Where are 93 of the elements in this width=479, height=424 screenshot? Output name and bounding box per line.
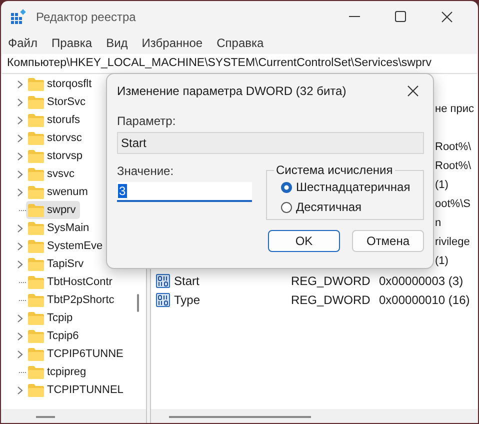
tree-item[interactable]: SystemEve xyxy=(26,237,107,255)
chevron-icon[interactable] xyxy=(17,188,23,196)
radio-button[interactable] xyxy=(281,182,292,192)
minimize-icon[interactable] xyxy=(349,16,361,18)
name-field: Start xyxy=(117,132,424,154)
tree-item[interactable]: TCPIP6TUNNE xyxy=(26,345,128,363)
tree-item[interactable]: tcpipreg xyxy=(26,363,90,381)
chevron-icon[interactable] xyxy=(17,224,23,232)
scrollbar-thumb[interactable] xyxy=(36,416,55,418)
tree-item[interactable]: swprv xyxy=(26,201,80,219)
tree-item[interactable]: storvsc xyxy=(26,129,86,147)
menu-item[interactable]: Вид xyxy=(106,36,128,50)
chevron-icon[interactable] xyxy=(17,332,23,340)
field-label: Значение: xyxy=(117,164,175,178)
field-label: Параметр: xyxy=(117,114,177,128)
chevron-icon[interactable] xyxy=(17,260,23,268)
folder-icon xyxy=(28,240,44,252)
maximize-icon[interactable] xyxy=(395,11,407,23)
binary-value-icon xyxy=(156,274,170,288)
tree-item[interactable]: TbtP2pShortc xyxy=(26,291,118,309)
binary-value-icon xyxy=(156,292,170,306)
value-text: (1) xyxy=(435,254,448,269)
folder-icon xyxy=(28,204,44,216)
tree-item[interactable]: TapiSrv xyxy=(26,255,88,273)
close-icon[interactable] xyxy=(407,85,419,97)
value-name: Start xyxy=(174,274,200,288)
menu-item[interactable]: Справка xyxy=(216,36,264,50)
tree-item[interactable]: storufs xyxy=(26,111,84,129)
tree-item[interactable]: svsvc xyxy=(26,165,78,183)
folder-icon xyxy=(28,312,44,324)
tree-item[interactable]: swenum xyxy=(26,183,92,201)
folder-icon xyxy=(28,348,44,360)
tree-item[interactable]: storvsp xyxy=(26,147,86,165)
tree-item[interactable]: TCPIPTUNNEL xyxy=(26,381,128,399)
address-bar[interactable]: Компьютер\HKEY_LOCAL_MACHINE\SYSTEM\CurrentControlSet\Services\swprv xyxy=(2,54,477,74)
close-icon[interactable] xyxy=(441,11,453,23)
value-text: не прис xyxy=(435,102,474,117)
radio-button[interactable] xyxy=(281,202,292,212)
folder-icon xyxy=(28,186,44,198)
scrollbar-thumb[interactable] xyxy=(169,416,311,418)
cancel-button[interactable]: Отмена xyxy=(352,230,424,252)
folder-icon xyxy=(28,114,44,126)
chevron-icon[interactable] xyxy=(17,314,23,322)
value-type: REG_DWORD xyxy=(291,274,372,288)
window-title: Редактор реестра xyxy=(36,10,136,24)
value-field[interactable]: 3 xyxy=(117,182,252,202)
value-text: Root%\ xyxy=(435,140,472,155)
value-text: (1) xyxy=(435,178,448,193)
chevron-icon[interactable] xyxy=(17,170,23,178)
chevron-icon[interactable] xyxy=(17,116,23,124)
chevron-icon[interactable] xyxy=(17,98,23,106)
folder-icon xyxy=(28,78,44,90)
chevron-icon[interactable] xyxy=(17,152,23,160)
folder-icon xyxy=(28,384,44,396)
tree-item[interactable]: Tcpip6 xyxy=(26,327,83,345)
scrollbar-thumb[interactable] xyxy=(137,294,139,312)
chevron-icon[interactable] xyxy=(17,386,23,394)
tree-item[interactable]: SysMain xyxy=(26,219,94,237)
value-name: Type xyxy=(174,292,202,306)
folder-icon xyxy=(28,132,44,144)
tree-item[interactable]: storqosflt xyxy=(26,75,96,93)
chevron-icon[interactable] xyxy=(17,242,23,250)
folder-icon xyxy=(28,294,44,306)
folder-icon xyxy=(28,366,44,378)
menu-item[interactable]: Правка xyxy=(52,36,92,50)
tree-item[interactable]: StorSvc xyxy=(26,93,90,111)
ok-button[interactable]: OK xyxy=(268,230,340,252)
value-text: n xyxy=(435,216,442,231)
dialog-title: Изменение параметра DWORD (32 бита) xyxy=(117,84,346,98)
folder-icon xyxy=(28,96,44,108)
chevron-icon[interactable] xyxy=(17,80,23,88)
folder-icon xyxy=(28,276,44,288)
app-icon xyxy=(10,9,26,25)
folder-icon xyxy=(28,222,44,234)
chevron-icon[interactable] xyxy=(17,134,23,142)
menu-item[interactable]: Избранное xyxy=(142,36,203,50)
group-title: Система исчисления xyxy=(274,163,395,177)
value-data: 0x00000010 (16) xyxy=(379,292,470,306)
value-text: Root%\ xyxy=(435,159,472,174)
menu-item[interactable]: Файл xyxy=(8,36,38,50)
value-type: REG_DWORD xyxy=(291,292,372,306)
folder-icon xyxy=(28,150,44,162)
folder-icon xyxy=(28,330,44,342)
chevron-icon[interactable] xyxy=(17,350,23,358)
tree-item[interactable]: TbtHostContr xyxy=(26,273,116,291)
folder-icon xyxy=(28,168,44,180)
radio-label[interactable]: Десятичная xyxy=(296,200,362,214)
radio-label[interactable]: Шестнадцатеричная xyxy=(296,180,410,194)
value-data: 0x00000003 (3) xyxy=(379,274,464,288)
tree-item[interactable]: Tcpip xyxy=(26,309,77,327)
folder-icon xyxy=(28,258,44,270)
value-text: rivilege xyxy=(435,235,470,250)
value-text: oot%\S xyxy=(435,197,470,212)
